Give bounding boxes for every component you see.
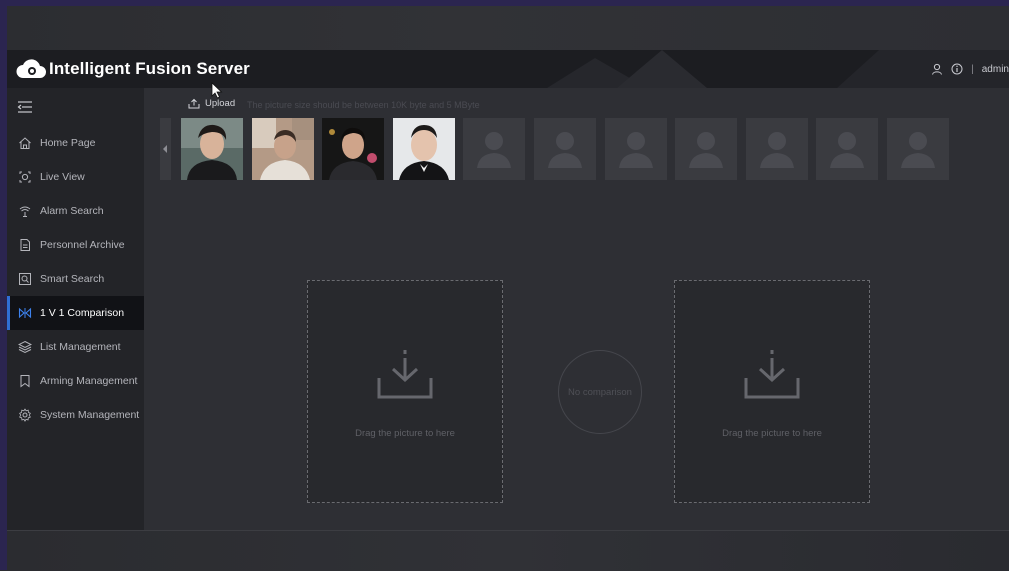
person-placeholder-icon [689, 132, 723, 168]
empty-thumbnail[interactable] [816, 118, 878, 180]
header-user-area: | admin [931, 61, 1009, 77]
sidebar-item-arming-management[interactable]: Arming Management [7, 364, 144, 398]
window-border-left [0, 0, 7, 570]
sidebar-item-label: Live View [40, 171, 85, 183]
sidebar-item-alarm-search[interactable]: Alarm Search [7, 194, 144, 228]
left-drop-zone[interactable]: Drag the picture to here [307, 280, 503, 503]
empty-thumbnail[interactable] [675, 118, 737, 180]
download-icon [744, 350, 800, 399]
smart-search-icon [19, 273, 31, 285]
drop-instruction: Drag the picture to here [722, 428, 822, 439]
mouse-cursor-icon [211, 82, 223, 99]
alarm-icon [19, 206, 31, 217]
empty-thumbnail[interactable] [746, 118, 808, 180]
person-placeholder-icon [619, 132, 653, 168]
upload-label: Upload [205, 98, 236, 109]
comparison-icon [18, 307, 32, 319]
sidebar-item-system-management[interactable]: System Management [7, 398, 144, 432]
bookmark-icon [20, 375, 30, 388]
comparison-panel: Upload The picture size should be betwee… [144, 88, 1009, 530]
top-header: Intelligent Fusion Server | admin [7, 50, 1009, 88]
face-thumbnail[interactable] [181, 118, 243, 180]
upload-button[interactable]: Upload [188, 98, 235, 109]
username-label[interactable]: admin [982, 64, 1009, 75]
document-icon [20, 239, 30, 251]
gear-icon [19, 408, 31, 422]
cloud-logo-icon [16, 59, 46, 78]
sidebar: Home Page Live View Alarm Search Personn… [7, 88, 144, 530]
background-top-band [7, 6, 1009, 50]
empty-thumbnail[interactable] [605, 118, 667, 180]
drop-instruction: Drag the picture to here [355, 428, 455, 439]
sidebar-item-home-page[interactable]: Home Page [7, 126, 144, 160]
header-separator: | [971, 63, 974, 75]
comparison-result-circle: No comparison [558, 350, 642, 434]
sidebar-nav: Home Page Live View Alarm Search Personn… [7, 126, 144, 432]
download-icon [377, 350, 433, 399]
sidebar-item-label: System Management [40, 409, 140, 421]
user-icon[interactable] [931, 63, 943, 75]
face-thumbnail[interactable] [322, 118, 384, 180]
layers-icon [18, 340, 32, 354]
sidebar-item-label: 1 V 1 Comparison [40, 307, 125, 319]
person-placeholder-icon [477, 132, 511, 168]
face-photo [393, 118, 455, 180]
person-placeholder-icon [901, 132, 935, 168]
home-icon [19, 137, 31, 149]
face-thumbnail[interactable] [252, 118, 314, 180]
sidebar-item-list-management[interactable]: List Management [7, 330, 144, 364]
face-photo [322, 118, 384, 180]
sidebar-item-smart-search[interactable]: Smart Search [7, 262, 144, 296]
info-icon[interactable] [951, 63, 963, 75]
sidebar-item-label: Smart Search [40, 273, 105, 285]
chevron-left-icon [163, 145, 167, 153]
scroll-left-button[interactable] [160, 118, 171, 180]
menu-collapse-icon[interactable] [17, 100, 33, 114]
person-placeholder-icon [548, 132, 582, 168]
sidebar-item-label: Alarm Search [40, 205, 104, 217]
sidebar-item-1v1-comparison[interactable]: 1 V 1 Comparison [7, 296, 144, 330]
face-thumbnail[interactable] [393, 118, 455, 180]
empty-thumbnail[interactable] [534, 118, 596, 180]
person-placeholder-icon [760, 132, 794, 168]
background-bottom-band [7, 530, 1009, 571]
app-window: Intelligent Fusion Server | admin Home P… [0, 0, 1009, 571]
app-title: Intelligent Fusion Server [49, 59, 250, 78]
sidebar-item-label: Arming Management [40, 375, 138, 387]
upload-icon [188, 98, 200, 109]
face-photo [181, 118, 243, 180]
empty-thumbnail[interactable] [887, 118, 949, 180]
sidebar-item-label: List Management [40, 341, 121, 353]
live-view-icon [19, 171, 31, 183]
sidebar-item-live-view[interactable]: Live View [7, 160, 144, 194]
face-photo [252, 118, 314, 180]
sidebar-item-label: Home Page [40, 137, 96, 149]
sidebar-item-label: Personnel Archive [40, 239, 125, 251]
person-placeholder-icon [830, 132, 864, 168]
upload-hint: The picture size should be between 10K b… [247, 100, 480, 110]
empty-thumbnail[interactable] [463, 118, 525, 180]
sidebar-item-personnel-archive[interactable]: Personnel Archive [7, 228, 144, 262]
right-drop-zone[interactable]: Drag the picture to here [674, 280, 870, 503]
